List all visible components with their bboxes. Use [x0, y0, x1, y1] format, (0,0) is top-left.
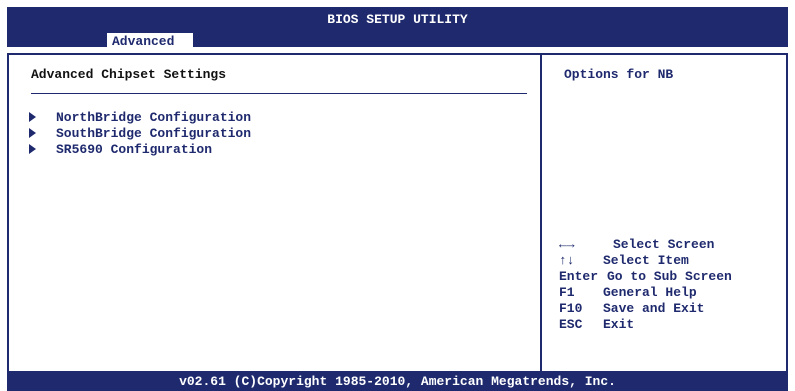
settings-pane: Advanced Chipset Settings NorthBridge Co…: [9, 55, 540, 371]
key-row-select-item: ↑↓ Select Item: [559, 253, 732, 269]
submenu-arrow-icon: [29, 112, 36, 122]
key-label: F1: [559, 285, 575, 300]
left-right-arrows-icon: ←→: [559, 237, 575, 252]
key-action: Save and Exit: [603, 301, 705, 316]
key-legend: ←→ Select Screen ↑↓ Select Item Enter Go to…: [559, 237, 732, 333]
key-action: Exit: [603, 317, 635, 332]
title-divider: [31, 93, 527, 94]
key-row-f1: F1 General Help: [559, 285, 732, 301]
submenu-arrow-icon: [29, 128, 36, 138]
submenu-list: NorthBridge Configuration SouthBridge Co…: [27, 109, 251, 157]
tab-advanced[interactable]: Advanced: [107, 33, 193, 51]
key-row-f10: F10 Save and Exit: [559, 301, 732, 317]
key-row-esc: ESC Exit: [559, 317, 732, 333]
key-row-enter: Enter Go to Sub Screen: [559, 269, 732, 285]
menu-item-southbridge[interactable]: SouthBridge Configuration: [27, 125, 251, 141]
app-title: BIOS SETUP UTILITY: [327, 12, 468, 27]
menu-item-label: SR5690 Configuration: [56, 141, 213, 157]
key-label: ESC: [559, 317, 583, 332]
menu-item-sr5690[interactable]: SR5690 Configuration: [27, 141, 251, 157]
key-action: General Help: [603, 285, 697, 300]
key-action: Go to Sub Screen: [607, 269, 732, 284]
submenu-arrow-icon: [29, 144, 36, 154]
menu-item-label: SouthBridge Configuration: [56, 125, 252, 141]
footer-copyright: v02.61 (C)Copyright 1985-2010, American …: [7, 373, 788, 391]
menu-item-northbridge[interactable]: NorthBridge Configuration: [27, 109, 251, 125]
key-row-select-screen: ←→ Select Screen: [559, 237, 732, 253]
key-action: Select Item: [603, 253, 689, 268]
header-bar: BIOS SETUP UTILITY Advanced: [7, 7, 788, 51]
key-label: F10: [559, 301, 583, 316]
key-action: Select Screen: [613, 237, 715, 252]
up-down-arrows-icon: ↑↓: [559, 253, 575, 268]
menu-item-label: NorthBridge Configuration: [56, 109, 252, 125]
main-frame: Advanced Chipset Settings NorthBridge Co…: [7, 53, 788, 373]
key-label: Enter: [559, 269, 599, 284]
page-title: Advanced Chipset Settings: [31, 67, 227, 82]
help-text: Options for NB: [564, 67, 674, 82]
help-pane: Options for NB ←→ Select Screen ↑↓ Select …: [542, 55, 786, 371]
